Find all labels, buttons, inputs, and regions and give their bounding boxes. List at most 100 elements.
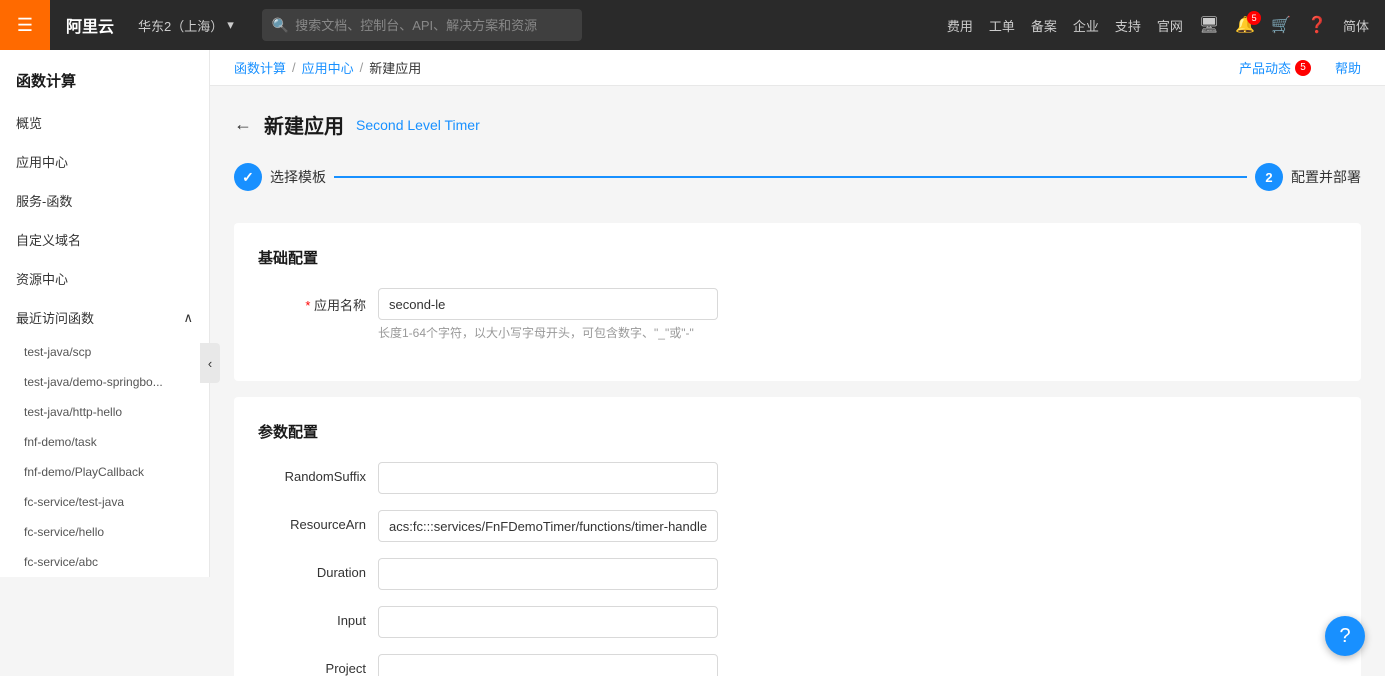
breadcrumb-link-0[interactable]: 函数计算	[234, 58, 286, 77]
product-dynamics-label: 产品动态	[1239, 58, 1291, 77]
top-strip: 函数计算 / 应用中心 / 新建应用 产品动态 5 帮助	[210, 50, 1385, 86]
page-header: ← 新建应用 Second Level Timer	[234, 110, 1361, 139]
app-name-row: 应用名称 长度1-64个字符，以大小写字母开头，可包含数字、"_"或"-"	[258, 288, 1337, 341]
nav-item-official[interactable]: 官网	[1157, 16, 1183, 35]
search-box[interactable]: 🔍	[262, 9, 582, 41]
app-name-control: 长度1-64个字符，以大小写字母开头，可包含数字、"_"或"-"	[378, 288, 718, 341]
sidebar-item-service-function[interactable]: 服务-函数	[0, 181, 209, 220]
page-title: 新建应用	[264, 110, 344, 139]
sidebar-recent-7[interactable]: fc-service/abc	[0, 547, 209, 577]
float-icon: ?	[1339, 625, 1350, 648]
help-link[interactable]: 帮助	[1335, 58, 1361, 77]
sidebar-item-custom-domain[interactable]: 自定义域名	[0, 220, 209, 259]
breadcrumb-sep-0: /	[292, 60, 296, 75]
sidebar-recent-0[interactable]: test-java/scp	[0, 337, 209, 367]
navbar: ☰ 阿里云 华东2（上海） ▾ 🔍 费用 工单 备案 企业 支持 官网 🖥 🔔 …	[0, 0, 1385, 50]
float-action-button[interactable]: ?	[1325, 616, 1365, 656]
product-badge: 5	[1295, 60, 1311, 76]
chevron-up-icon: ∧	[183, 310, 193, 326]
content-area: 函数计算 / 应用中心 / 新建应用 产品动态 5 帮助 ← 新建应用 Seco…	[210, 50, 1385, 676]
param-control-2	[378, 558, 718, 590]
app-name-label: 应用名称	[258, 288, 378, 314]
param-label-0: RandomSuffix	[258, 462, 378, 484]
nav-item-simplified[interactable]: 简体	[1343, 16, 1369, 35]
sidebar-collapse-handle[interactable]: ‹	[200, 343, 220, 383]
param-config-title: 参数配置	[258, 421, 1337, 442]
sidebar-recent-1[interactable]: test-java/demo-springbo...	[0, 367, 209, 397]
logo[interactable]: 阿里云	[50, 13, 130, 37]
collapse-icon: ‹	[208, 356, 212, 371]
sidebar-item-app-center[interactable]: 应用中心	[0, 142, 209, 181]
region-selector[interactable]: 华东2（上海） ▾	[130, 16, 242, 35]
check-icon: ✓	[242, 169, 254, 186]
sidebar-recent-5[interactable]: fc-service/test-java	[0, 487, 209, 517]
breadcrumb-sep-1: /	[360, 60, 364, 75]
param-label-1: ResourceArn	[258, 510, 378, 532]
step-line	[334, 176, 1247, 178]
top-bar-right: 产品动态 5 帮助	[1239, 58, 1361, 77]
param-input-4[interactable]	[378, 654, 718, 676]
sidebar-recent-2[interactable]: test-java/http-hello	[0, 397, 209, 427]
breadcrumb-current: 新建应用	[369, 58, 421, 77]
sidebar-recent-label: 最近访问函数	[16, 308, 94, 327]
menu-button[interactable]: ☰	[0, 0, 50, 50]
breadcrumb-link-1[interactable]: 应用中心	[302, 58, 354, 77]
basic-config-title: 基础配置	[258, 247, 1337, 268]
help-icon[interactable]: ❓	[1307, 15, 1327, 35]
sidebar-item-overview[interactable]: 概览	[0, 103, 209, 142]
param-input-0[interactable]	[378, 462, 718, 494]
search-icon: 🔍	[272, 17, 289, 34]
page-content: ← 新建应用 Second Level Timer ✓ 选择模板 2 配置并	[210, 86, 1385, 676]
sidebar-title: 函数计算	[0, 50, 209, 103]
param-label-3: Input	[258, 606, 378, 628]
page-subtitle: Second Level Timer	[356, 117, 480, 133]
step-1-circle: ✓	[234, 163, 262, 191]
basic-config-section: 基础配置 应用名称 长度1-64个字符，以大小写字母开头，可包含数字、"_"或"…	[234, 223, 1361, 381]
sidebar-recent-4[interactable]: fnf-demo/PlayCallback	[0, 457, 209, 487]
cart-icon[interactable]: 🛒	[1271, 15, 1291, 35]
breadcrumb: 函数计算 / 应用中心 / 新建应用	[234, 58, 421, 77]
sidebar-recent-3[interactable]: fnf-demo/task	[0, 427, 209, 457]
step-1-label: 选择模板	[270, 167, 326, 187]
param-row-1: ResourceArn	[258, 510, 1337, 542]
app-name-hint: 长度1-64个字符，以大小写字母开头，可包含数字、"_"或"-"	[378, 324, 718, 341]
stepper: ✓ 选择模板 2 配置并部署	[234, 163, 1361, 191]
product-dynamics-link[interactable]: 产品动态 5	[1239, 58, 1311, 77]
sidebar: 函数计算 概览 应用中心 服务-函数 自定义域名 资源中心 最近访问函数 ∧ t…	[0, 50, 210, 577]
nav-item-filing[interactable]: 备案	[1031, 16, 1057, 35]
main-layout: 函数计算 概览 应用中心 服务-函数 自定义域名 资源中心 最近访问函数 ∧ t…	[0, 50, 1385, 676]
chevron-down-icon: ▾	[227, 17, 234, 33]
monitor-icon[interactable]: 🖥	[1199, 15, 1219, 35]
param-input-3[interactable]	[378, 606, 718, 638]
param-control-4	[378, 654, 718, 676]
param-input-2[interactable]	[378, 558, 718, 590]
sidebar-item-resource-center[interactable]: 资源中心	[0, 259, 209, 298]
param-control-3	[378, 606, 718, 638]
sidebar-recent-section[interactable]: 最近访问函数 ∧	[0, 298, 209, 337]
back-button[interactable]: ←	[234, 114, 252, 135]
search-input[interactable]	[295, 18, 572, 33]
menu-icon: ☰	[17, 15, 33, 36]
param-label-2: Duration	[258, 558, 378, 580]
param-row-3: Input	[258, 606, 1337, 638]
bell-badge: 5	[1247, 11, 1261, 25]
region-label: 华东2（上海）	[138, 16, 223, 35]
app-name-input[interactable]	[378, 288, 718, 320]
nav-item-enterprise[interactable]: 企业	[1073, 16, 1099, 35]
nav-item-ticket[interactable]: 工单	[989, 16, 1015, 35]
param-label-4: Project	[258, 654, 378, 676]
param-row-4: Project	[258, 654, 1337, 676]
nav-item-support[interactable]: 支持	[1115, 16, 1141, 35]
param-row-2: Duration	[258, 558, 1337, 590]
navbar-right: 费用 工单 备案 企业 支持 官网 🖥 🔔 5 🛒 ❓ 简体	[947, 15, 1385, 35]
step-2-label: 配置并部署	[1291, 167, 1361, 187]
bell-icon[interactable]: 🔔 5	[1235, 15, 1255, 35]
param-control-0	[378, 462, 718, 494]
sidebar-recent-6[interactable]: fc-service/hello	[0, 517, 209, 547]
logo-text: 阿里云	[66, 13, 114, 37]
step-2-circle: 2	[1255, 163, 1283, 191]
step-1: ✓ 选择模板	[234, 163, 326, 191]
param-input-1[interactable]	[378, 510, 718, 542]
param-config-section: 参数配置 RandomSuffix ResourceArn Duration	[234, 397, 1361, 676]
nav-item-fee[interactable]: 费用	[947, 16, 973, 35]
